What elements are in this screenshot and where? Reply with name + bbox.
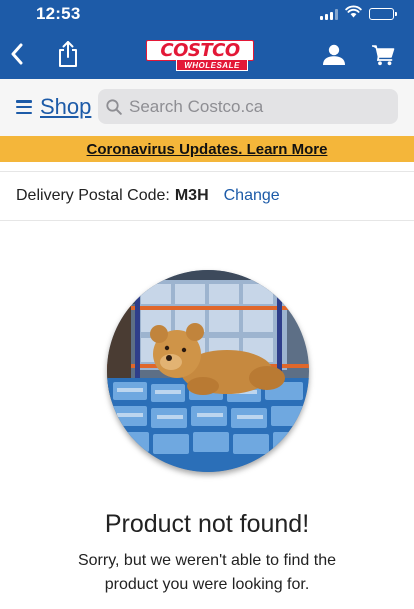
teddy-bear-photo	[107, 270, 309, 472]
account-icon	[323, 44, 345, 65]
nav-bar: COSTCO WHOLESALE	[0, 28, 414, 79]
delivery-label: Delivery Postal Code:	[16, 187, 170, 204]
shop-label: Shop	[40, 94, 92, 119]
cart-button[interactable]	[368, 42, 398, 68]
search-row: Shop	[0, 79, 414, 136]
search-icon	[106, 98, 122, 115]
share-button[interactable]	[54, 38, 82, 70]
not-found-message: Sorry, but we weren't able to find the p…	[77, 552, 336, 593]
logo-brand-text: COSTCO	[146, 40, 254, 61]
product-not-found-section: Product not found! Sorry, but we weren't…	[0, 222, 414, 609]
share-icon	[59, 41, 77, 67]
status-bar: 12:53	[0, 0, 414, 28]
costco-logo[interactable]: COSTCO WHOLESALE	[146, 40, 254, 72]
wifi-icon	[345, 5, 362, 23]
shop-menu-button[interactable]: Shop	[16, 94, 91, 120]
coronavirus-updates-link[interactable]: Coronavirus Updates. Learn More	[87, 141, 328, 158]
menu-icon	[16, 100, 32, 114]
search-box[interactable]	[98, 89, 398, 124]
back-button[interactable]	[4, 40, 30, 68]
postal-code-value: M3H	[174, 187, 209, 204]
coronavirus-banner: Coronavirus Updates. Learn More	[0, 136, 414, 162]
cellular-signal-icon	[320, 8, 338, 20]
not-found-title: Product not found!	[104, 510, 310, 538]
battery-icon	[369, 8, 397, 20]
search-input[interactable]	[129, 96, 389, 117]
status-icons	[320, 5, 397, 23]
status-time: 12:53	[36, 4, 81, 23]
change-postal-code-link[interactable]: Change	[224, 187, 280, 205]
back-chevron-icon	[11, 43, 23, 65]
delivery-postal-code-row: Delivery Postal Code: M3H Change	[0, 171, 414, 221]
account-button[interactable]	[319, 41, 349, 69]
logo-sub-text: WHOLESALE	[176, 59, 248, 71]
cart-icon	[372, 45, 395, 66]
app-header: 12:53 COSTCO WHOLESALE	[0, 0, 414, 79]
